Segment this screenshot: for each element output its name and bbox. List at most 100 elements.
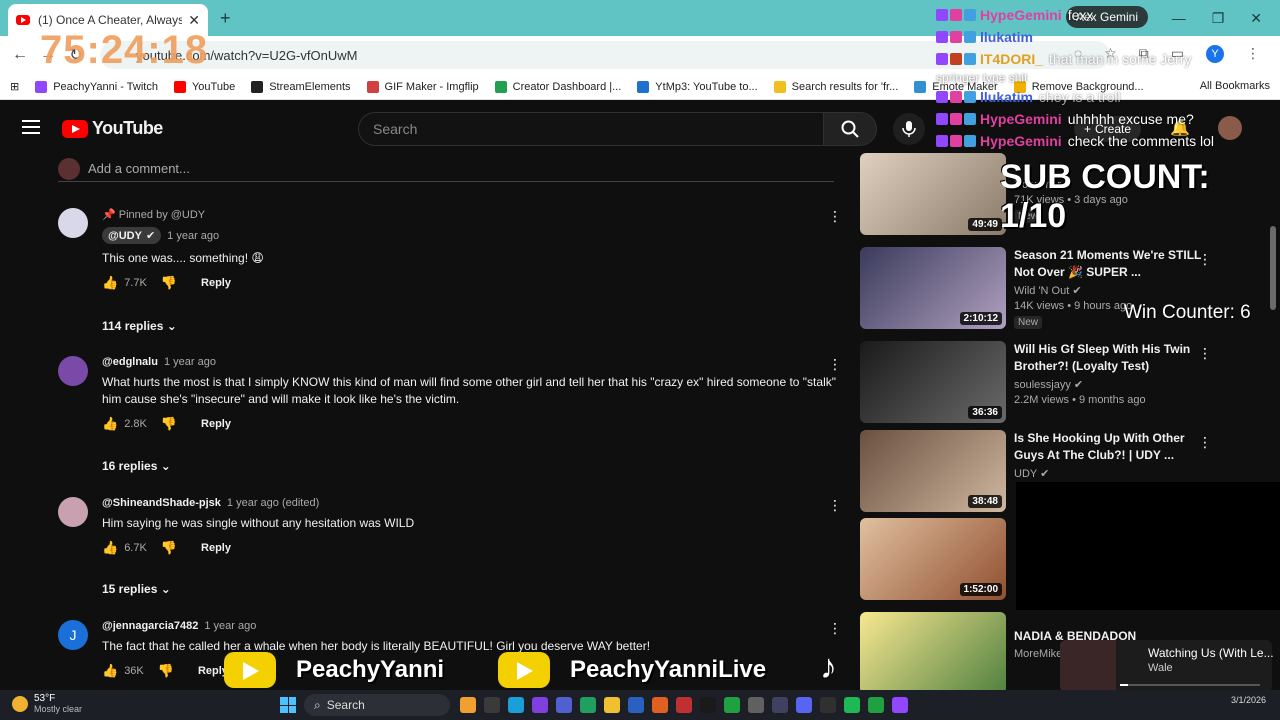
bookmark-3[interactable]: GIF Maker - Imgflip (366, 80, 479, 93)
reply-button[interactable]: Reply (201, 542, 231, 554)
like-count: 2.8K (124, 418, 147, 430)
like-icon[interactable]: 👍 (102, 275, 118, 291)
windows-start-icon[interactable] (280, 697, 296, 713)
chrome-icon[interactable] (868, 697, 884, 713)
video-menu-icon[interactable]: ⋮ (1198, 251, 1212, 268)
bookmark-5[interactable]: YtMp3: YouTube to... (637, 80, 758, 93)
video-title[interactable]: Season 21 Moments We're STILL Not Over 🎉… (1014, 247, 1204, 281)
menu-icon[interactable]: ⋮ (1246, 45, 1260, 63)
bookmark-2[interactable]: StreamElements (251, 80, 351, 93)
video-thumbnail[interactable]: 49:49 (860, 153, 1006, 235)
verified-icon: ✔ (1072, 285, 1082, 297)
comment-avatar[interactable] (58, 208, 88, 238)
dislike-icon[interactable]: 👎 (161, 416, 177, 432)
spotify-icon[interactable] (844, 697, 860, 713)
video-menu-icon[interactable]: ⋮ (1198, 345, 1212, 362)
hamburger-menu-icon[interactable] (22, 120, 40, 134)
media-player-widget[interactable]: Watching Us (With Le... Wale (1060, 640, 1274, 692)
search-button[interactable] (823, 112, 877, 146)
replies-toggle-1[interactable]: 16 replies ⌄ (102, 459, 171, 473)
win-counter-overlay: Win Counter: 6 (1124, 302, 1251, 323)
like-icon[interactable]: 👍 (102, 416, 118, 432)
app-icon[interactable] (532, 697, 548, 713)
video-thumbnail[interactable]: 2:10:12 (860, 247, 1006, 329)
replies-toggle-2[interactable]: 15 replies ⌄ (102, 582, 171, 596)
comment-author[interactable]: @ShineandShade-pjsk (102, 497, 221, 509)
comment-time[interactable]: 1 year ago (204, 620, 256, 632)
taskbar-search[interactable]: ⌕ Search (304, 694, 450, 716)
comment-menu-icon[interactable]: ⋮ (828, 356, 842, 373)
video-card-2[interactable]: 36:36 Will His Gf Sleep With His Twin Br… (860, 341, 1260, 425)
comment-author[interactable]: @edglnalu (102, 356, 158, 368)
store-icon[interactable] (628, 697, 644, 713)
comment-avatar[interactable] (58, 497, 88, 527)
video-thumbnail[interactable]: 36:36 (860, 341, 1006, 423)
twitch-icon[interactable] (892, 697, 908, 713)
video-thumbnail[interactable]: 1:52:00 (860, 518, 1006, 600)
comment-menu-icon[interactable]: ⋮ (828, 497, 842, 514)
like-icon[interactable]: 👍 (102, 663, 118, 679)
video-channel[interactable]: soulessjayy ✔ (1014, 378, 1204, 391)
bookmark-0[interactable]: PeachyYanni - Twitch (35, 80, 158, 93)
video-thumbnail[interactable]: 38:48 (860, 430, 1006, 512)
video-channel[interactable]: UDY ✔ (1014, 467, 1204, 480)
reply-button[interactable]: Reply (201, 277, 231, 289)
comment-author[interactable]: @jennagarcia7482 (102, 620, 198, 632)
comment-avatar[interactable] (58, 356, 88, 386)
video-title[interactable]: Is She Hooking Up With Other Guys At The… (1014, 430, 1204, 464)
bookmark-6[interactable]: Search results for 'fr... (773, 80, 898, 93)
like-icon[interactable]: 👍 (102, 540, 118, 556)
new-tab-button[interactable]: + (220, 8, 231, 29)
weather-icon (12, 695, 28, 712)
video-stats: 2.2M views • 9 months ago (1014, 394, 1146, 406)
app-icon[interactable] (676, 697, 692, 713)
app-icon[interactable] (580, 697, 596, 713)
tab-close-icon[interactable]: ✕ (188, 12, 200, 29)
search-input[interactable]: Search (358, 112, 824, 146)
apps-icon[interactable]: ⊞ (10, 80, 19, 93)
chevron-down-icon: ⌄ (160, 459, 171, 473)
comment-menu-icon[interactable]: ⋮ (828, 620, 842, 637)
comment-time[interactable]: 1 year ago (164, 356, 216, 368)
add-comment-field[interactable]: Add a comment... (58, 156, 834, 182)
voice-search-button[interactable] (893, 113, 925, 145)
app-icon[interactable] (556, 697, 572, 713)
app-icon[interactable] (652, 697, 668, 713)
reply-button[interactable]: Reply (201, 418, 231, 430)
app-icon[interactable] (748, 697, 764, 713)
comment-avatar[interactable]: J (58, 620, 88, 650)
comment-time[interactable]: 1 year ago (edited) (227, 497, 319, 509)
app-icon[interactable] (484, 697, 500, 713)
comment-menu-icon[interactable]: ⋮ (828, 208, 842, 225)
sidebar-scrollbar[interactable] (1270, 226, 1276, 310)
dislike-icon[interactable]: 👎 (161, 275, 177, 291)
app-icon[interactable] (772, 697, 788, 713)
comment-time[interactable]: 1 year ago (167, 230, 219, 242)
edge-icon[interactable] (508, 697, 524, 713)
bookmark-icon (173, 80, 186, 93)
back-icon[interactable]: ← (6, 46, 34, 64)
close-window-icon[interactable]: ✕ (1250, 10, 1262, 27)
youtube-logo[interactable]: YouTube (62, 118, 163, 139)
track-artist: Wale (1148, 662, 1173, 674)
app-icon[interactable] (460, 697, 476, 713)
video-menu-icon[interactable]: ⋮ (1198, 434, 1212, 451)
file-explorer-icon[interactable] (604, 697, 620, 713)
comment-text: What hurts the most is that I simply KNO… (102, 375, 836, 406)
track-progress[interactable] (1120, 684, 1260, 686)
video-channel[interactable]: Wild 'N Out ✔ (1014, 284, 1204, 297)
chat-badges-icon (936, 31, 976, 43)
bookmark-1[interactable]: YouTube (173, 80, 235, 93)
video-title[interactable]: Will His Gf Sleep With His Twin Brother?… (1014, 341, 1204, 375)
discord-icon[interactable] (796, 697, 812, 713)
replies-toggle-0[interactable]: 114 replies ⌄ (102, 319, 177, 333)
system-tray[interactable]: 3/1/2026 (1231, 695, 1266, 705)
comment-author[interactable]: @UDY ✔ (102, 227, 162, 244)
dislike-icon[interactable]: 👎 (158, 663, 174, 679)
weather-widget[interactable]: 53°F Mostly clear (12, 693, 82, 714)
chrome-icon[interactable] (724, 697, 740, 713)
steam-icon[interactable] (700, 697, 716, 713)
dislike-icon[interactable]: 👎 (161, 540, 177, 556)
app-icon[interactable] (820, 697, 836, 713)
bookmark-4[interactable]: Creator Dashboard |... (494, 80, 621, 93)
